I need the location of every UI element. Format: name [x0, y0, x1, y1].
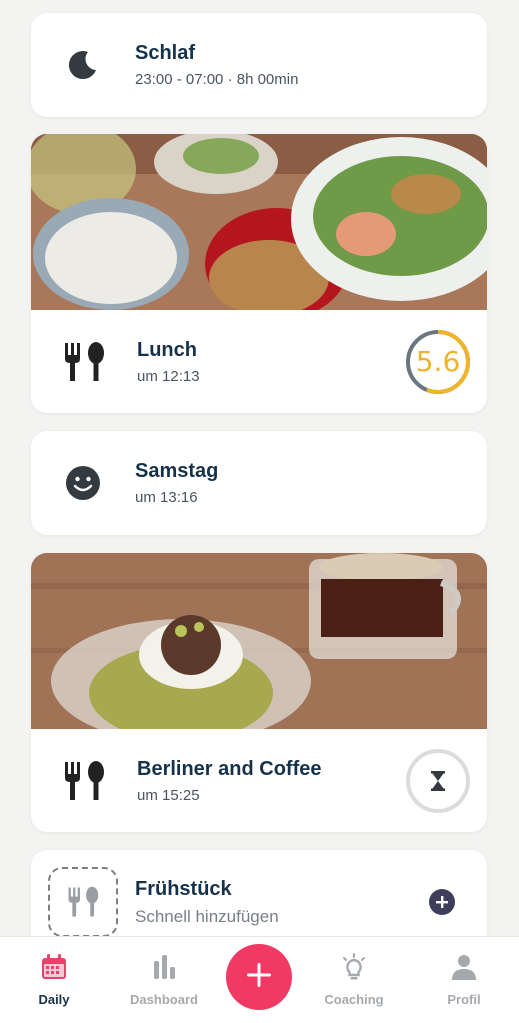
plus-circle-icon[interactable] — [429, 889, 455, 915]
moon-icon — [31, 48, 135, 82]
sleep-title: Schlaf — [135, 42, 196, 64]
person-icon — [450, 953, 478, 984]
lightbulb-icon — [340, 953, 368, 984]
snack-title: Berliner and Coffee — [137, 757, 322, 780]
lunch-photo — [31, 134, 487, 310]
bar-chart-icon — [150, 953, 178, 984]
fork-spoon-icon — [31, 341, 137, 383]
fork-spoon-icon — [31, 760, 137, 802]
mood-card[interactable]: Samstag um 13:16 — [31, 431, 487, 535]
mood-title: Samstag — [135, 460, 219, 482]
tab-profil[interactable]: Profil — [424, 953, 504, 1007]
plus-icon — [246, 962, 272, 993]
tab-dashboard-label: Dashboard — [130, 992, 198, 1007]
breakfast-subtitle: Schnell hinzufügen — [135, 906, 279, 926]
score-value: 5.6 — [415, 345, 461, 378]
sleep-card[interactable]: Schlaf 23:00 - 07:00 · 8h 00min — [31, 13, 487, 117]
lunch-title: Lunch — [137, 338, 197, 361]
lunch-time: um 12:13 — [137, 367, 200, 385]
add-button[interactable] — [226, 944, 292, 1010]
snack-card[interactable]: Berliner and Coffee um 15:25 — [31, 553, 487, 832]
tab-dashboard[interactable]: Dashboard — [124, 953, 204, 1007]
calendar-icon — [40, 953, 68, 984]
breakfast-title: Frühstück — [135, 877, 232, 900]
sleep-time: 23:00 - 07:00 · 8h 00min — [135, 71, 299, 88]
hourglass-icon — [405, 748, 471, 814]
tab-daily-label: Daily — [38, 992, 70, 1007]
snack-photo — [31, 553, 487, 729]
tab-coaching[interactable]: Coaching — [314, 953, 394, 1007]
mood-time: um 13:16 — [135, 489, 198, 506]
tab-daily[interactable]: Daily — [14, 953, 94, 1007]
lunch-card[interactable]: Lunch um 12:13 5.6 — [31, 134, 487, 413]
tab-profil-label: Profil — [447, 992, 481, 1007]
fork-spoon-icon — [31, 867, 135, 937]
tab-coaching-label: Coaching — [324, 992, 384, 1007]
score-ring: 5.6 — [405, 329, 471, 395]
snack-time: um 15:25 — [137, 786, 200, 804]
smiley-icon — [31, 465, 135, 501]
